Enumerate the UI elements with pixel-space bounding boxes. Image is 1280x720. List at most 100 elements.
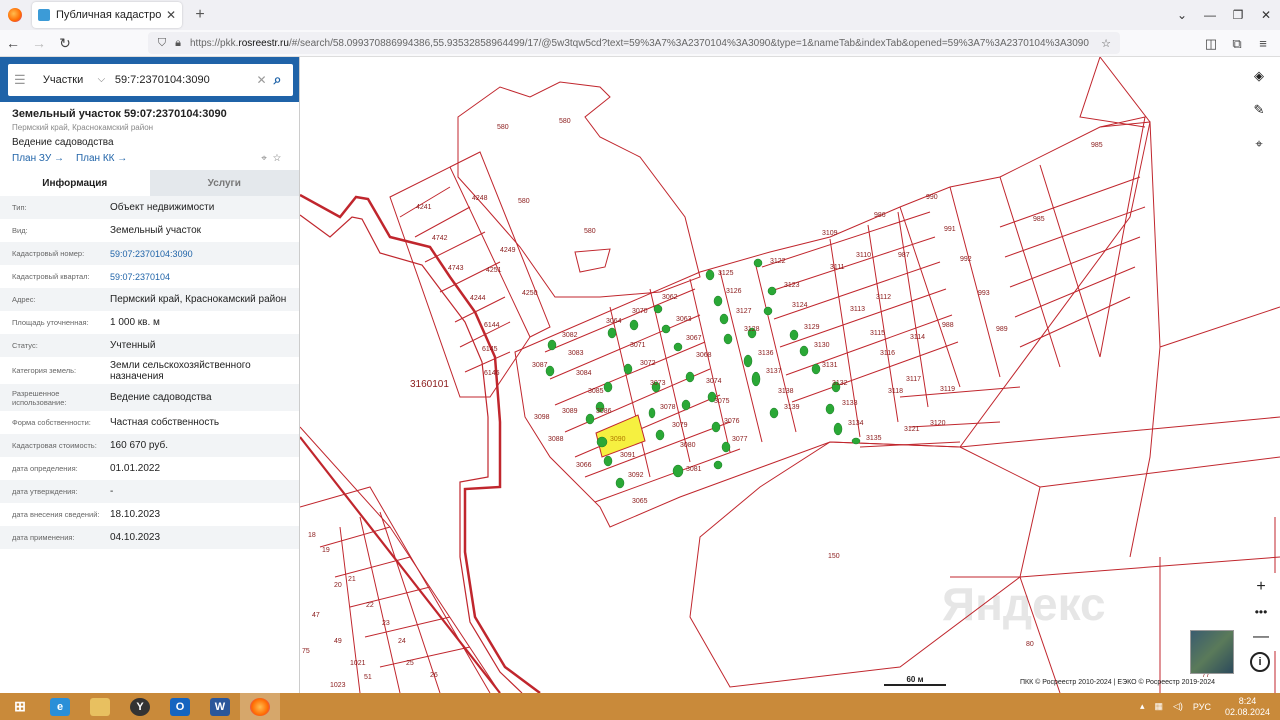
more-options-icon[interactable]: ••• — [1255, 605, 1268, 619]
map-label: 3089 — [562, 408, 578, 415]
cadastral-map[interactable]: Яндекс 580 580 580 580 985 985 4241 4248… — [300, 57, 1280, 693]
cadastral-quarter-link[interactable]: 59:07:2370104 — [110, 272, 295, 282]
map-label: 992 — [960, 256, 972, 263]
table-row: Кадастровый квартал: 59:07:2370104 — [0, 265, 299, 288]
yandex-icon: Y — [130, 697, 150, 716]
table-row: Вид: Земельный участок — [12, 225, 202, 236]
bookmark-star-icon[interactable]: ☆ — [1098, 37, 1114, 50]
cadastral-number-link[interactable]: 59:07:2370104:3090 — [110, 249, 295, 259]
list-tabs-icon[interactable]: ⌄ — [1168, 8, 1196, 22]
map-label: 3082 — [562, 332, 578, 339]
close-tab-icon[interactable]: ✕ — [166, 8, 176, 22]
map-label: 3127 — [736, 308, 752, 315]
language-indicator[interactable]: РУС — [1193, 702, 1211, 712]
map-canvas[interactable]: 580 580 580 580 985 985 4241 4248 4742 4… — [300, 57, 1280, 693]
map-label: 3070 — [632, 308, 648, 315]
map-label: 3062 — [662, 294, 678, 301]
table-row: Адрес: Пермский край, Краснокамский район — [0, 288, 299, 311]
taskbar-outlook[interactable]: O — [160, 693, 200, 720]
search-icon[interactable]: ⌕ — [268, 71, 287, 88]
menu-icon[interactable]: ≡ — [1250, 36, 1276, 51]
tray-arrow-icon[interactable]: ▴ — [1140, 701, 1145, 712]
map-label: 18 — [308, 532, 316, 539]
tab-info[interactable]: Информация — [0, 170, 150, 196]
browser-tab[interactable]: Публичная кадастровая карта ✕ — [32, 2, 182, 28]
map-label: 3115 — [870, 330, 885, 337]
taskbar-word[interactable]: W — [200, 693, 240, 720]
clear-icon[interactable]: ✕ — [255, 73, 268, 87]
info-icon[interactable]: i — [1250, 652, 1270, 672]
map-label: 3083 — [568, 350, 584, 357]
map-label: 47 — [312, 612, 320, 619]
map-label: 989 — [996, 326, 1008, 333]
browser-navbar: ← → ↻ ⛉ 🔒︎ https://pkk.rosreestr.ru/#/se… — [0, 30, 1280, 57]
layers-icon[interactable]: ◈ — [1244, 61, 1274, 91]
restore-button[interactable]: ❐ — [1224, 8, 1252, 22]
start-button[interactable]: ⊞ — [0, 693, 40, 720]
map-label: 3077 — [732, 436, 748, 443]
map-label: 49 — [334, 638, 342, 645]
taskbar-explorer[interactable] — [80, 693, 120, 720]
url-text[interactable]: https://pkk.rosreestr.ru/#/search/58.099… — [190, 38, 1098, 49]
network-icon[interactable]: ▦ — [1154, 701, 1163, 712]
map-label: 990 — [926, 194, 938, 201]
zoom-in-button[interactable]: + — [1256, 578, 1265, 596]
plan-zu-link[interactable]: План ЗУ → — [12, 153, 64, 164]
ruler-icon[interactable]: ✎ — [1244, 95, 1274, 125]
map-label: 4248 — [472, 195, 488, 202]
map-label: 3120 — [930, 420, 946, 427]
favorite-star-icon[interactable]: ☆ — [273, 153, 287, 164]
map-label: 3091 — [620, 452, 636, 459]
zoom-to-icon[interactable]: ⌖ — [261, 153, 273, 164]
new-tab-button[interactable]: + — [188, 6, 212, 24]
reload-button[interactable]: ↻ — [52, 35, 78, 52]
plan-kk-link[interactable]: План КК → — [76, 153, 127, 164]
map-label: 3075 — [714, 398, 730, 405]
map-label: 3137 — [766, 368, 782, 375]
minimize-button[interactable]: — — [1196, 8, 1224, 22]
taskbar-firefox[interactable] — [240, 693, 280, 720]
taskbar-yandex[interactable]: Y — [120, 693, 160, 720]
search-bar: ☰ Участки ⌵ ✕ ⌕ — [0, 57, 299, 102]
table-row: дата определения: 01.01.2022 — [12, 463, 161, 474]
map-label: 3065 — [632, 498, 648, 505]
map-label: 3123 — [784, 282, 800, 289]
map-label: 3078 — [660, 404, 676, 411]
map-label: 75 — [302, 648, 310, 655]
basemap-switcher[interactable] — [1190, 630, 1234, 674]
map-label: 3090 — [610, 436, 626, 443]
folder-icon — [90, 697, 110, 716]
clock[interactable]: 8:24 02.08.2024 — [1225, 696, 1270, 718]
map-label: 3098 — [534, 414, 550, 421]
shield-icon[interactable]: ⛉ — [154, 37, 170, 50]
map-label: 580 — [584, 228, 596, 235]
map-label: 3138 — [778, 388, 794, 395]
volume-icon[interactable]: ◁) — [1173, 701, 1183, 712]
map-label: 3136 — [758, 350, 774, 357]
system-tray: ▴ ▦ ◁) РУС 8:24 02.08.2024 — [1130, 696, 1280, 718]
taskbar-ie[interactable]: e — [40, 693, 80, 720]
site-favicon-icon — [38, 9, 50, 21]
lock-icon[interactable]: 🔒︎ — [170, 37, 186, 50]
map-label: 3071 — [630, 342, 646, 349]
search-input[interactable] — [114, 73, 255, 86]
hamburger-menu-icon[interactable]: ☰ — [14, 72, 33, 88]
url-bar[interactable]: ⛉ 🔒︎ https://pkk.rosreestr.ru/#/search/5… — [148, 32, 1120, 54]
chevron-down-icon[interactable]: ⌵ — [98, 74, 111, 85]
search-type-select[interactable]: Участки — [43, 74, 98, 86]
pocket-icon[interactable]: ◫ — [1198, 36, 1224, 52]
zoom-out-button[interactable]: — — [1253, 628, 1269, 646]
back-button[interactable]: ← — [0, 35, 26, 51]
tab-services[interactable]: Услуги — [149, 170, 299, 196]
map-label: 3117 — [906, 376, 921, 383]
firefox-menu-button[interactable] — [0, 0, 30, 30]
locate-icon[interactable]: ⌖ — [1244, 129, 1274, 159]
extensions-icon[interactable]: ⧉ — [1224, 36, 1250, 52]
forward-button[interactable]: → — [26, 35, 52, 51]
table-row: дата применения: 04.10.2023 — [0, 526, 299, 549]
close-window-button[interactable]: ✕ — [1252, 8, 1280, 22]
map-label: 986 — [874, 212, 886, 219]
map-label: 4743 — [448, 265, 464, 272]
firefox-icon — [8, 8, 22, 22]
map-label: 985 — [1033, 216, 1045, 223]
